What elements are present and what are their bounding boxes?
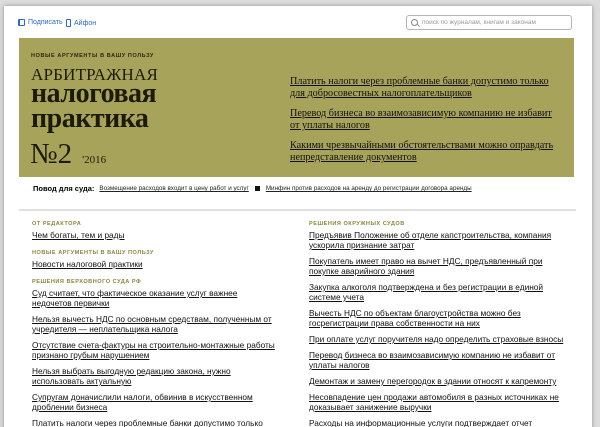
issue-number: №2: [30, 138, 73, 170]
subscribe-link[interactable]: Подписать: [18, 19, 63, 26]
section-heading: РЕШЕНИЯ ВЕРХОВНОГО СУДА РФ: [32, 279, 142, 285]
app-window: Подписать Айфон НОВЫЕ АРГУМЕНТЫ В ВАШУ П…: [4, 6, 592, 427]
reason-label: Повод для суда:: [33, 184, 95, 193]
featured-articles: Платить налоги через проблемные банки до…: [290, 76, 560, 172]
article-link[interactable]: Предъявив Положение об отделе капстроите…: [309, 230, 564, 250]
section-heading: ОТ РЕДАКТОРА: [32, 221, 82, 227]
article-link[interactable]: Вычесть НДС по объектам благоустройства …: [309, 308, 564, 328]
iphone-link[interactable]: Айфон: [66, 19, 96, 27]
left-column: ОТ РЕДАКТОРА Чем богаты, тем и рады НОВЫ…: [32, 221, 277, 427]
search-input[interactable]: [422, 19, 562, 26]
article-link[interactable]: Новости налоговой практики: [32, 259, 277, 269]
divider: [19, 209, 576, 211]
article-link[interactable]: Супругам доначислили налоги, обвинив в и…: [32, 392, 277, 412]
reason-bar: Повод для суда: Возмещение расходов вход…: [33, 184, 472, 193]
article-link[interactable]: Суд считает, что фактическое оказание ус…: [32, 288, 277, 308]
article-link[interactable]: Платить налоги через проблемные банки до…: [32, 418, 277, 427]
banner-eyebrow: НОВЫЕ АРГУМЕНТЫ В ВАШУ ПОЛЬЗУ: [31, 53, 154, 59]
section-heading: РЕШЕНИЯ ОКРУЖНЫХ СУДОВ: [309, 221, 405, 227]
article-link[interactable]: Перевод бизнеса во взаимозависимую компа…: [309, 350, 564, 370]
search-box[interactable]: [406, 15, 572, 30]
article-link[interactable]: Чем богаты, тем и рады: [32, 230, 277, 240]
magazine-logo[interactable]: АРБИТРАЖНАЯ налоговая практика: [31, 66, 158, 135]
article-link[interactable]: Нельзя выбрать выгодную редакцию закона,…: [32, 366, 277, 386]
logo-line-3: практика: [31, 103, 149, 135]
subscribe-label: Подписать: [28, 19, 63, 26]
article-link[interactable]: Демонтаж и замену перегородок в здании о…: [309, 376, 564, 386]
search-icon: [411, 19, 418, 26]
issue-label: №2 '2016: [30, 138, 106, 171]
reason-link[interactable]: Возмещение расходов входит в цену работ …: [99, 185, 248, 192]
article-link[interactable]: Покупатель имеет право на вычет НДС, пре…: [309, 256, 564, 276]
featured-article-link[interactable]: Перевод бизнеса во взаимозависимую компа…: [290, 108, 560, 132]
issue-year: '2016: [82, 154, 107, 166]
article-link[interactable]: Отсутствие счета-фактуры на строительно-…: [32, 340, 277, 360]
book-icon: [18, 19, 25, 26]
toolbar: Подписать Айфон: [4, 6, 592, 40]
magazine-banner: НОВЫЕ АРГУМЕНТЫ В ВАШУ ПОЛЬЗУ АРБИТРАЖНА…: [19, 38, 574, 177]
reason-link[interactable]: Минфин против расходов на аренду до реги…: [266, 185, 472, 192]
featured-article-link[interactable]: Какими чрезвычайными обстоятельствами мо…: [290, 140, 560, 164]
article-link[interactable]: Расходы на информационные услуги подтвер…: [309, 418, 564, 427]
article-link[interactable]: Несовпадение цен продажи автомобиля в ра…: [309, 392, 564, 412]
iphone-label: Айфон: [74, 19, 97, 27]
article-link[interactable]: Закупка алкоголя подтверждена и без реги…: [309, 282, 564, 302]
featured-article-link[interactable]: Платить налоги через проблемные банки до…: [290, 76, 560, 100]
article-link[interactable]: При оплате услуг поручителя надо определ…: [309, 334, 564, 344]
square-bullet-icon: [254, 186, 260, 191]
right-column: РЕШЕНИЯ ОКРУЖНЫХ СУДОВ Предъявив Положен…: [309, 221, 564, 427]
article-link[interactable]: Нельзя вычесть НДС по основным средствам…: [32, 314, 277, 334]
section-heading: НОВЫЕ АРГУМЕНТЫ В ВАШУ ПОЛЬЗУ: [32, 250, 154, 256]
phone-icon: [66, 19, 71, 27]
